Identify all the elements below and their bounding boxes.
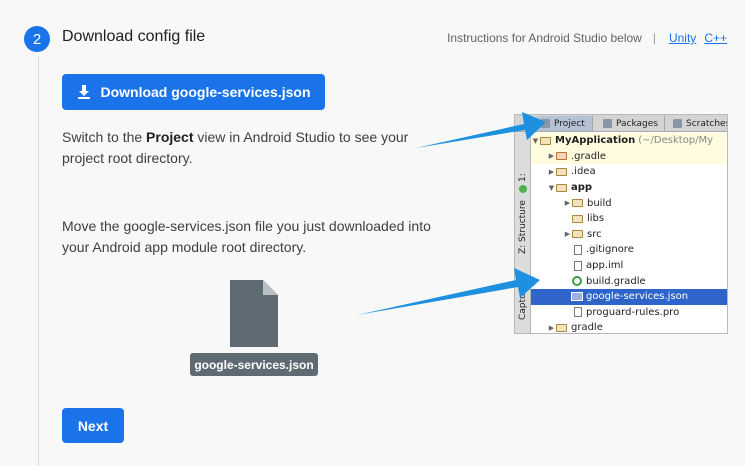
ide-side-toolbar: 1: Z: Structure Captures: [515, 132, 531, 333]
project-view-instruction: Switch to the Project view in Android St…: [62, 129, 409, 166]
step-rail: [38, 56, 39, 466]
step-number-badge: 2: [24, 26, 50, 52]
instructions-note: Instructions for Android Studio below: [447, 31, 642, 45]
next-button[interactable]: Next: [62, 408, 124, 443]
side-label-structure: Z: Structure: [518, 200, 528, 254]
tree-row-libs: libs: [531, 211, 727, 227]
tree-row-google-services: google-services.json: [531, 289, 727, 305]
tree-row-gradle-hidden: ▶ .gradle: [531, 148, 727, 165]
unity-link[interactable]: Unity: [669, 31, 696, 45]
android-studio-project-panel: Project Packages Scratches 1: Z: Structu…: [514, 114, 728, 334]
ide-tab-bar: Project Packages Scratches: [515, 115, 727, 132]
side-label-1: 1:: [518, 173, 528, 182]
ide-tab-project: Project: [537, 116, 593, 131]
tree-row-build: ▶ build: [564, 197, 612, 209]
side-dot-green: [519, 185, 527, 193]
tree-row-gitignore: .gitignore: [531, 242, 727, 258]
download-config-button[interactable]: Download google-services.json: [62, 74, 325, 110]
arrow-to-json-file: [357, 268, 540, 315]
separator: |: [652, 31, 656, 45]
instructions-bar: Instructions for Android Studio below | …: [447, 31, 727, 45]
cpp-link[interactable]: C++: [704, 31, 727, 45]
tree-row-gradle: ▶ gradle: [548, 322, 603, 334]
tree-row-app-iml: app.iml: [531, 258, 727, 274]
tree-row-build-gradle: build.gradle: [531, 273, 727, 289]
side-label-captures: Captures: [518, 279, 528, 320]
tree-row-src: ▶ src: [564, 228, 602, 240]
move-file-instruction: Move the google-services.json file you j…: [62, 218, 431, 255]
ide-tab-scratches: Scratches: [669, 116, 727, 131]
tree-row-proguard: proguard-rules.pro: [531, 305, 727, 321]
file-name-label: google-services.json: [190, 353, 318, 376]
download-button-label: Download google-services.json: [100, 84, 311, 100]
tree-row-idea: ▶ .idea: [548, 166, 596, 178]
download-icon: [78, 85, 91, 99]
step-title: Download config file: [62, 28, 206, 45]
tree-row-app: ▼ app: [548, 182, 593, 194]
project-emphasis: Project: [146, 129, 194, 145]
file-icon: [230, 280, 278, 347]
ide-tab-packages: Packages: [599, 116, 665, 131]
tree-row-root: ▼ MyApplication (~/Desktop/My: [531, 133, 727, 149]
